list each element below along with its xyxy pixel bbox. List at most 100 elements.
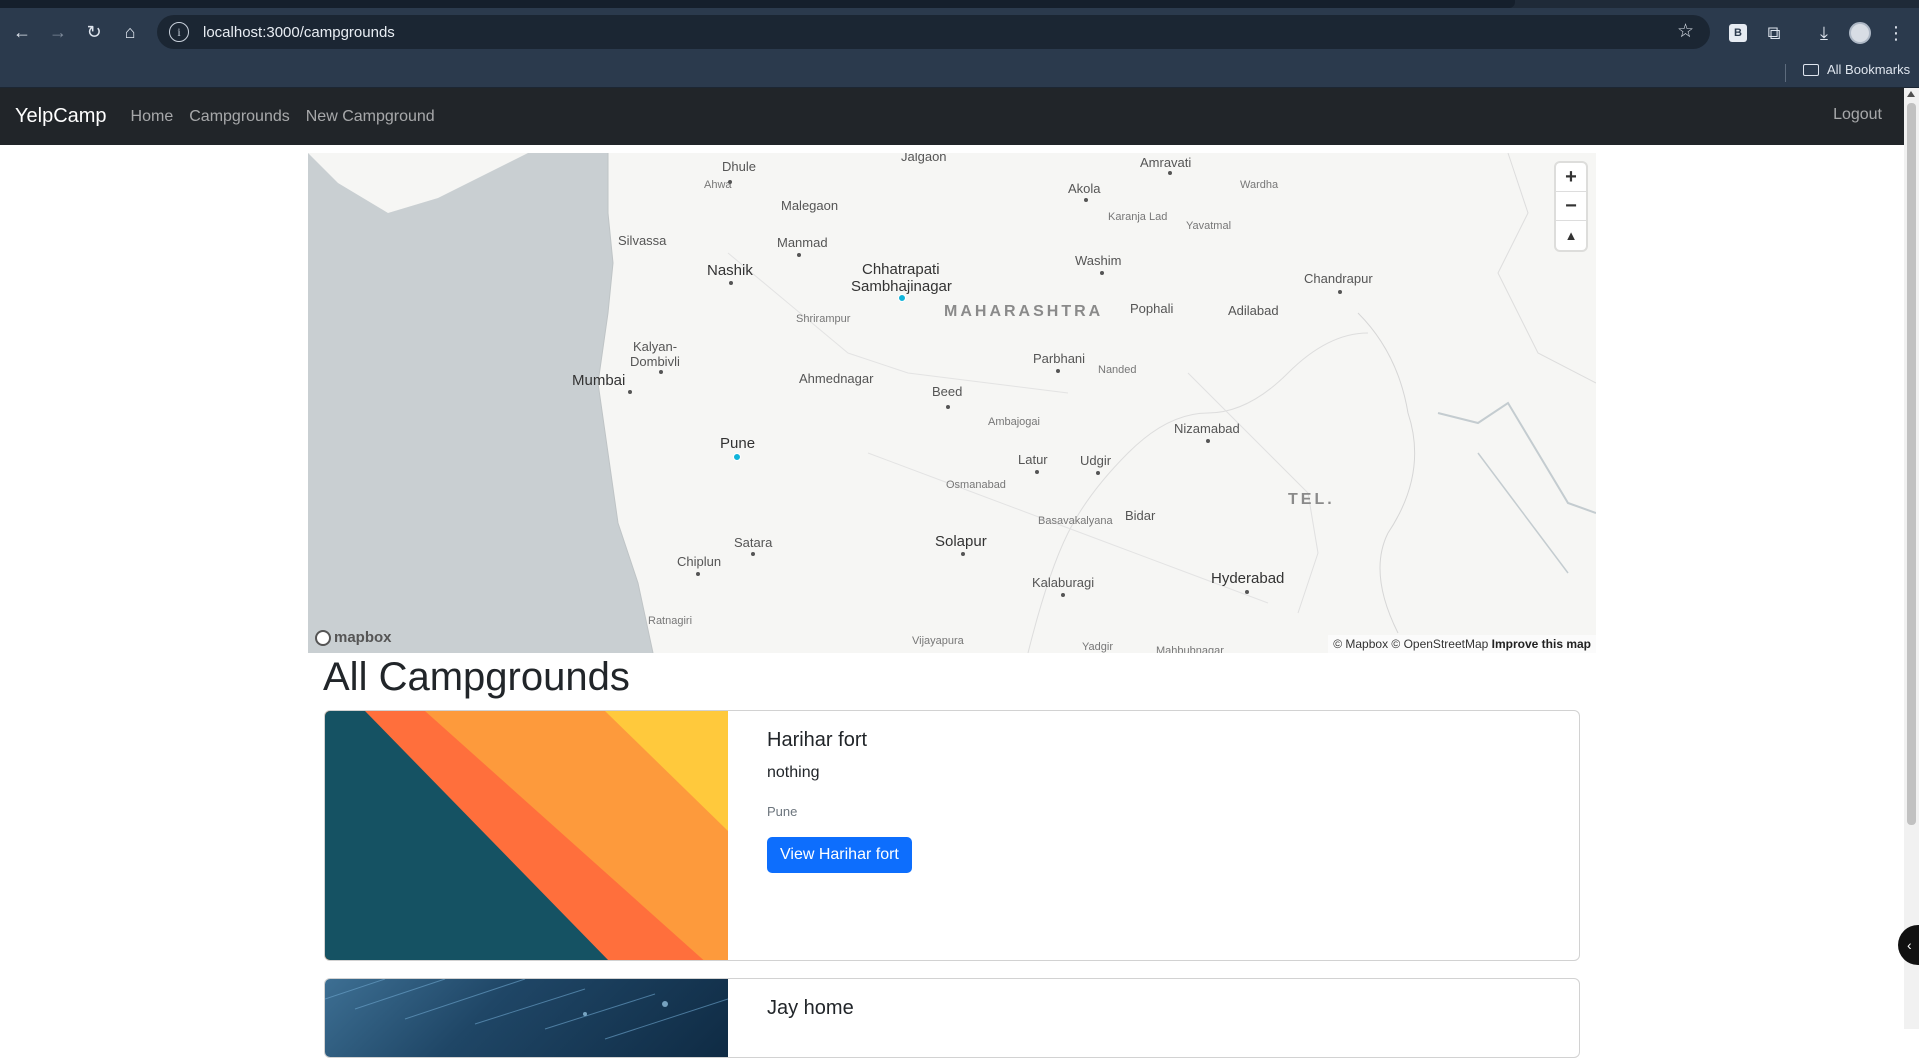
- map-label-wardha: Wardha: [1240, 179, 1279, 191]
- reload-icon[interactable]: ↻: [76, 14, 112, 50]
- nav-campgrounds-link[interactable]: Campgrounds: [189, 108, 290, 126]
- map-label-mahbubnagar: Mahbubnagar: [1156, 645, 1224, 653]
- map-town-dot: [1035, 470, 1039, 474]
- zoom-in-button[interactable]: +: [1556, 163, 1586, 192]
- campground-image-svg: [325, 711, 728, 960]
- map-town-dot: [961, 552, 965, 556]
- map-town-dot: [1168, 171, 1172, 175]
- map-label-kalyan: Kalyan-: [633, 339, 678, 354]
- scroll-up-arrow-icon[interactable]: [1907, 91, 1915, 97]
- map-town-dot: [1096, 471, 1100, 475]
- map-label-nizamabad: Nizamabad: [1174, 421, 1240, 436]
- site-navbar: YelpCamp Home Campgrounds New Campground…: [0, 88, 1904, 145]
- map-label-silvassa: Silvassa: [618, 233, 667, 248]
- map-label-mumbai: Mumbai: [572, 372, 626, 389]
- page-scrollbar[interactable]: [1904, 88, 1919, 1029]
- map-town-dot: [1245, 590, 1249, 594]
- map-navigation-control: + − ▲: [1556, 163, 1586, 250]
- map-label-kalaburagi: Kalaburagi: [1032, 575, 1095, 590]
- map-label-ratnagiri: Ratnagiri: [648, 615, 693, 627]
- map-label-beed: Beed: [932, 384, 963, 399]
- map-label-chhatrapati: Chhatrapati: [862, 261, 940, 278]
- page-title: All Campgrounds: [323, 655, 630, 699]
- side-panel-toggle[interactable]: ‹: [1898, 925, 1919, 965]
- card-description: nothing: [767, 764, 820, 781]
- bookmarks-bar: All Bookmarks: [0, 56, 1919, 88]
- map-label-latur: Latur: [1018, 452, 1048, 467]
- home-icon[interactable]: ⌂: [112, 14, 148, 50]
- extension-badge: B: [1729, 24, 1747, 42]
- map-base-svg: [308, 153, 1596, 653]
- map-label-satara: Satara: [734, 535, 773, 550]
- brand-link[interactable]: YelpCamp: [15, 105, 107, 128]
- map-label-maharashtra: MAHARASHTRA: [944, 303, 1104, 320]
- map-label-hyderabad: Hyderabad: [1211, 570, 1285, 587]
- all-bookmarks-button[interactable]: All Bookmarks: [1803, 62, 1910, 77]
- browser-toolbar: ← → ↻ ⌂ i localhost:3000/campgrounds ☆ B…: [0, 8, 1919, 56]
- map-label-nanded: Nanded: [1098, 364, 1137, 376]
- map-label-udgir: Udgir: [1080, 453, 1112, 468]
- map-town-dot: [1056, 369, 1060, 373]
- campground-card: Jay home: [324, 978, 1580, 1058]
- map-town-dot: [1206, 439, 1210, 443]
- map-town-dot: [1061, 593, 1065, 597]
- nav-new-campground-link[interactable]: New Campground: [306, 108, 435, 126]
- site-info-icon[interactable]: i: [169, 22, 189, 42]
- nav-home-link[interactable]: Home: [131, 108, 174, 126]
- bookmark-star-icon[interactable]: ☆: [1677, 20, 1694, 43]
- map-label-chandrapur: Chandrapur: [1304, 271, 1373, 286]
- campground-image[interactable]: [325, 711, 728, 960]
- map-attribution: © Mapbox © OpenStreetMap Improve this ma…: [1328, 635, 1596, 653]
- campground-marker-sambhajinagar[interactable]: [898, 294, 906, 302]
- campground-marker-pune[interactable]: [733, 453, 741, 461]
- map-label-ambajogai: Ambajogai: [988, 416, 1040, 428]
- map-label-karanja: Karanja Lad: [1108, 211, 1168, 223]
- chevron-left-icon: ‹: [1907, 937, 1912, 953]
- map-label-manmad: Manmad: [777, 235, 828, 250]
- forward-icon[interactable]: →: [40, 14, 76, 50]
- map-town-dot: [1084, 198, 1088, 202]
- map-town-dot: [1338, 290, 1342, 294]
- map-label-yavatmal: Yavatmal: [1186, 220, 1232, 232]
- card-body: Harihar fort nothing Pune View Harihar f…: [728, 711, 951, 960]
- profile-avatar-icon[interactable]: [1842, 15, 1878, 51]
- attribution-text[interactable]: © Mapbox © OpenStreetMap: [1333, 637, 1488, 651]
- map-label-akola: Akola: [1068, 181, 1101, 196]
- card-location: Pune: [767, 804, 798, 819]
- mapbox-logo-text: mapbox: [334, 629, 392, 646]
- divider: [1785, 64, 1786, 82]
- map-town-dot: [628, 390, 632, 394]
- campground-image[interactable]: [325, 979, 728, 1057]
- tab-strip: [0, 0, 1919, 8]
- zoom-out-button[interactable]: −: [1556, 192, 1586, 221]
- map-label-nashik: Nashik: [707, 262, 753, 279]
- map-label-pune: Pune: [720, 435, 756, 452]
- map-town-dot: [946, 405, 950, 409]
- campground-image-svg: [325, 979, 728, 1040]
- active-tab[interactable]: [0, 0, 1515, 8]
- scrollbar-thumb[interactable]: [1907, 103, 1916, 825]
- map-label-solapur: Solapur: [935, 533, 987, 550]
- back-icon[interactable]: ←: [4, 14, 40, 50]
- card-title: Jay home: [767, 997, 854, 1019]
- address-bar[interactable]: i localhost:3000/campgrounds ☆: [157, 15, 1710, 49]
- menu-kebab-icon[interactable]: ⋮: [1878, 15, 1914, 51]
- mapbox-logo[interactable]: mapbox: [315, 629, 392, 646]
- map-label-yadgir: Yadgir: [1082, 641, 1113, 653]
- map-label-ahmednagar: Ahmednagar: [799, 371, 874, 386]
- map-label-parbhani: Parbhani: [1033, 351, 1086, 366]
- compass-reset-button[interactable]: ▲: [1556, 221, 1586, 250]
- map-label-pophali: Pophali: [1130, 301, 1174, 316]
- improve-map-link[interactable]: Improve this map: [1492, 637, 1591, 651]
- view-campground-button[interactable]: View Harihar fort: [767, 837, 912, 873]
- download-icon[interactable]: ⤓: [1806, 15, 1842, 51]
- map-label-jalgaon: Jalgaon: [901, 153, 947, 164]
- map-label-bidar: Bidar: [1125, 508, 1156, 523]
- logout-link[interactable]: Logout: [1833, 106, 1882, 124]
- extensions-puzzle-icon[interactable]: ⧉: [1756, 15, 1792, 51]
- map-label-shrirampur: Shrirampur: [796, 313, 851, 325]
- url-text[interactable]: localhost:3000/campgrounds: [203, 24, 395, 41]
- extension-b-icon[interactable]: B: [1720, 15, 1756, 51]
- map-label-adilabad: Adilabad: [1228, 303, 1279, 318]
- cluster-map[interactable]: Dhule Jalgaon Amravati Akola Wardha Ahwa…: [308, 153, 1596, 653]
